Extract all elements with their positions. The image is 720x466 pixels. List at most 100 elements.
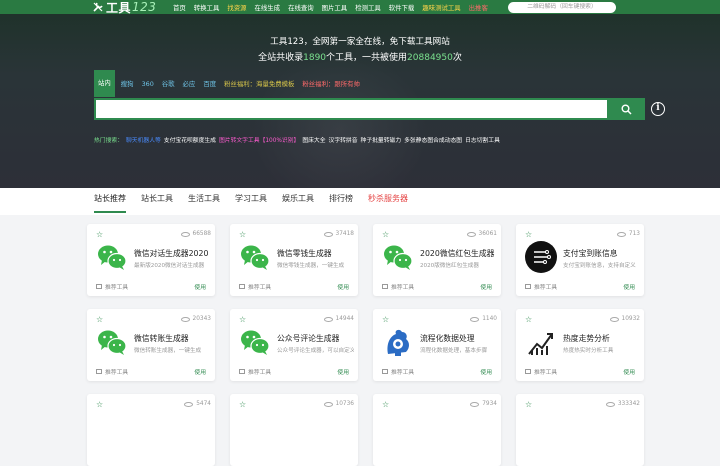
search-tab[interactable]: 百度	[203, 79, 216, 88]
wechat-icon	[382, 241, 414, 273]
nav-item[interactable]: 软件下载	[389, 3, 415, 12]
view-count: 36061	[466, 231, 497, 237]
favorite-star-icon[interactable]: ☆	[96, 400, 103, 409]
recommend-text: 推荐工具	[248, 370, 272, 376]
main-search-input[interactable]	[94, 98, 609, 120]
hot-search-link[interactable]: 汉字转拼音	[329, 135, 358, 144]
top-search-input[interactable]: 二维码解码（回车键搜索）	[508, 2, 616, 13]
tab-item[interactable]: 站长推荐	[94, 188, 126, 213]
view-count-value: 36061	[478, 231, 497, 237]
favorite-star-icon[interactable]: ☆	[382, 400, 389, 409]
tool-card[interactable]: ☆ 10736	[230, 394, 358, 466]
search-tab[interactable]: 谷歌	[162, 79, 175, 88]
hot-search-link[interactable]: 图床大全	[302, 135, 325, 144]
nav-item[interactable]: 在线查询	[288, 3, 314, 12]
nav-item[interactable]: 首页	[173, 3, 186, 12]
info-icon[interactable]: i	[651, 102, 665, 116]
tab-item[interactable]: 排行榜	[329, 188, 353, 215]
tool-card[interactable]: ☆ 37418 微信零钱生成器 微信零钱生成器，一键生成 推荐工具 使用	[230, 224, 358, 296]
tag-icon	[96, 284, 102, 289]
logo-number: 123	[132, 0, 157, 14]
tool-card[interactable]: ☆ 10932 热度走势分析 热度热实时分析工具 推荐工具 使用	[516, 309, 644, 381]
favorite-star-icon[interactable]: ☆	[239, 315, 246, 324]
view-count-value: 7934	[482, 401, 497, 407]
search-tab[interactable]: 360	[142, 80, 154, 88]
favorite-star-icon[interactable]: ☆	[525, 230, 532, 239]
hot-search-link[interactable]: 聊天机器人等	[126, 135, 161, 144]
use-button[interactable]: 使用	[337, 282, 349, 291]
tool-name: 流程化数据处理	[420, 334, 475, 343]
view-count-value: 66588	[192, 231, 211, 237]
tool-card[interactable]: ☆ 1140 流程化数据处理 流程化数据处理，基本步骤 推荐工具 使用	[373, 309, 501, 381]
recommend-label: 推荐工具	[96, 367, 128, 376]
use-button[interactable]: 使用	[337, 367, 349, 376]
favorite-star-icon[interactable]: ☆	[525, 400, 532, 409]
tool-name: 2020微信红包生成器	[420, 249, 495, 258]
view-count: 37418	[323, 231, 354, 237]
wrench-icon	[93, 2, 103, 12]
favorite-star-icon[interactable]: ☆	[239, 400, 246, 409]
use-button[interactable]: 使用	[194, 282, 206, 291]
hot-search-link[interactable]: 多张静态图合成动态图	[404, 135, 462, 144]
nav-item[interactable]: 找资源	[227, 3, 246, 12]
tool-name: 热度走势分析	[563, 334, 610, 343]
tool-description: 微信零钱生成器，一键生成	[277, 263, 345, 269]
nav-item[interactable]: 检测工具	[355, 3, 381, 12]
site-logo[interactable]: 工具 123	[92, 0, 156, 15]
use-button[interactable]: 使用	[623, 367, 635, 376]
tool-card[interactable]: ☆ 20343 微信转账生成器 微信转账生成器，一键生成 推荐工具 使用	[87, 309, 215, 381]
tool-name: 微信对话生成器2020	[134, 249, 209, 258]
use-button[interactable]: 使用	[194, 367, 206, 376]
tool-card[interactable]: ☆ 5474	[87, 394, 215, 466]
search-tab[interactable]: 必应	[183, 79, 196, 88]
nav-item[interactable]: 出推客	[469, 3, 488, 12]
favorite-star-icon[interactable]: ☆	[96, 315, 103, 324]
tab-item[interactable]: 生活工具	[188, 188, 220, 215]
eye-icon	[470, 316, 480, 322]
recommend-label: 推荐工具	[239, 367, 271, 376]
tool-card[interactable]: ☆ 7934	[373, 394, 501, 466]
hot-label: 热门搜索：	[94, 137, 123, 144]
view-count: 14944	[323, 316, 354, 322]
hot-search-link[interactable]: 种子批量转磁力	[361, 135, 402, 144]
tool-card[interactable]: ☆ 66588 微信对话生成器2020 最新版2020微信对话生成器 推荐工具 使用	[87, 224, 215, 296]
category-tabs: 站长推荐 站长工具 生活工具 学习工具 娱乐工具 排行榜 秒杀服务器	[94, 188, 423, 215]
favorite-star-icon[interactable]: ☆	[382, 230, 389, 239]
logo-text: 工具	[106, 0, 132, 15]
nav-item[interactable]: 转换工具	[194, 3, 220, 12]
favorite-star-icon[interactable]: ☆	[382, 315, 389, 324]
search-tab[interactable]: 搜狗	[121, 79, 134, 88]
hot-search-link[interactable]: 日志切割工具	[465, 135, 500, 144]
view-count: 5474	[184, 401, 211, 407]
tag-icon	[525, 369, 531, 374]
use-button[interactable]: 使用	[480, 367, 492, 376]
favorite-star-icon[interactable]: ☆	[96, 230, 103, 239]
hot-search-link[interactable]: 图片转文字工具【100%识别】	[219, 135, 299, 144]
view-count-value: 14944	[335, 316, 354, 322]
use-button[interactable]: 使用	[623, 282, 635, 291]
tool-card[interactable]: ☆ 333342	[516, 394, 644, 466]
tab-item[interactable]: 秒杀服务器	[368, 188, 408, 215]
tool-card[interactable]: ☆ 36061 2020微信红包生成器 2020版微信红包生成器 推荐工具 使用	[373, 224, 501, 296]
nav-item[interactable]: 在线生成	[255, 3, 281, 12]
use-button[interactable]: 使用	[480, 282, 492, 291]
tab-item[interactable]: 站长工具	[141, 188, 173, 215]
search-tab[interactable]: 粉丝福利：海量免费模板	[224, 79, 294, 88]
tool-description: 2020版微信红包生成器	[420, 263, 479, 269]
favorite-star-icon[interactable]: ☆	[239, 230, 246, 239]
favorite-star-icon[interactable]: ☆	[525, 315, 532, 324]
tag-icon	[382, 284, 388, 289]
view-count: 10932	[609, 316, 640, 322]
nav-item[interactable]: 趣味测试工具	[422, 3, 460, 12]
tool-card[interactable]: ☆ 713 支付宝到账信息 支付宝到账信息，支持自定义 推荐工具 使用	[516, 224, 644, 296]
tag-icon	[96, 369, 102, 374]
tool-card[interactable]: ☆ 14944 公众号评论生成器 公众号评论生成器，可以自定义 推荐工具 使用	[230, 309, 358, 381]
tab-item[interactable]: 学习工具	[235, 188, 267, 215]
hot-search-link[interactable]: 支付宝花呗额度生成	[164, 135, 216, 144]
tab-item[interactable]: 娱乐工具	[282, 188, 314, 215]
nav-item[interactable]: 图片工具	[322, 3, 348, 12]
hero-title: 工具123，全网第一家全在线，免下载工具网站	[270, 37, 450, 47]
search-button[interactable]	[607, 98, 645, 120]
search-tab[interactable]: 站内	[94, 70, 115, 97]
search-tab[interactable]: 粉丝福利：跟所有帅	[302, 79, 360, 88]
